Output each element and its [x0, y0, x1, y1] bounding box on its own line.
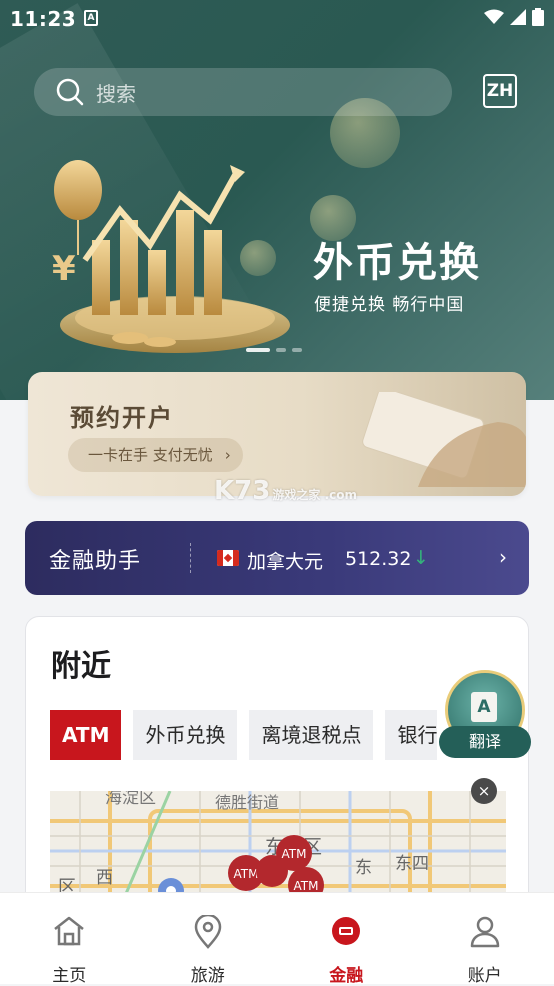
carousel-dot: [292, 348, 302, 352]
nearby-title: 附近: [51, 641, 111, 685]
map-label: 东四: [395, 854, 429, 874]
watermark-small: 游戏之家 .com: [272, 488, 357, 502]
svg-text:¥: ¥: [52, 249, 76, 289]
map-close-button[interactable]: ×: [471, 778, 497, 804]
account-icon: [469, 915, 501, 949]
trend-down-icon: ↓: [413, 547, 429, 569]
status-bar: 11:23 A: [0, 0, 554, 38]
chip-bank[interactable]: 银行: [385, 710, 437, 760]
nav-finance[interactable]: 金融: [277, 893, 416, 984]
translate-doc-icon: A: [471, 692, 497, 722]
svg-text:ATM: ATM: [294, 879, 319, 893]
map-label: 德胜街道: [215, 793, 279, 812]
chevron-right-icon: ›: [225, 438, 231, 472]
appointment-pill[interactable]: 一卡在手 支付无忧 ›: [68, 438, 243, 472]
finance-chart-illustration: ¥: [30, 150, 300, 360]
chevron-right-icon[interactable]: ›: [499, 545, 507, 569]
watermark: K73游戏之家 .com: [214, 476, 357, 506]
search-placeholder: 搜索: [96, 78, 136, 107]
location-pin-icon: [193, 915, 223, 949]
finance-title: 金融助手: [49, 543, 141, 575]
nearby-filter-chips: ATM 外币兑换 离境退税点 银行: [50, 710, 437, 760]
nav-home[interactable]: 主页: [0, 893, 139, 984]
exchange-rate: 512.32: [345, 548, 411, 570]
currency-name: 加拿大元: [247, 547, 323, 574]
carousel-dot: [246, 348, 270, 352]
nav-travel-label: 旅游: [139, 961, 278, 986]
hero-banner[interactable]: ¥ 11:23 A 搜索 ZH 外币兑换 便捷兑换 畅行中国: [0, 0, 554, 400]
status-time: 11:23: [10, 7, 76, 31]
divider: [190, 543, 191, 573]
search-bar[interactable]: 搜索: [34, 68, 452, 116]
svg-text:ATM: ATM: [234, 867, 259, 881]
map-label: 西: [96, 868, 113, 888]
svg-text:ATM: ATM: [282, 847, 307, 861]
wifi-icon: [484, 9, 504, 25]
appointment-title: 预约开户: [70, 398, 174, 433]
canada-flag-icon: [217, 550, 239, 566]
signal-icon: [510, 9, 526, 25]
appointment-pill-text: 一卡在手 支付无忧: [88, 446, 213, 464]
carousel-dot: [276, 348, 286, 352]
nav-account[interactable]: 账户: [416, 893, 554, 984]
home-icon: [52, 915, 86, 947]
map-label: 东: [355, 858, 372, 878]
atm-marker: [256, 855, 288, 887]
app-notification-icon: A: [84, 10, 98, 26]
finance-assistant-bar[interactable]: 金融助手 加拿大元 512.32 ↓ ›: [25, 521, 529, 595]
chip-currency-exchange[interactable]: 外币兑换: [133, 710, 237, 760]
nav-finance-label: 金融: [277, 961, 416, 986]
nav-account-label: 账户: [416, 961, 554, 986]
nav-travel[interactable]: 旅游: [139, 893, 278, 984]
nav-home-label: 主页: [0, 961, 139, 986]
chip-atm[interactable]: ATM: [50, 710, 121, 760]
card-in-hand-illustration: [348, 392, 526, 487]
bottom-nav: 主页 旅游 金融 账户: [0, 892, 554, 984]
translate-button[interactable]: A 翻译: [439, 670, 529, 762]
chip-tax-refund[interactable]: 离境退税点: [249, 710, 373, 760]
hero-title: 外币兑换: [313, 230, 481, 288]
battery-icon: [532, 8, 544, 26]
map-label: 海淀区: [105, 791, 156, 808]
search-icon: [56, 78, 84, 106]
watermark-text: K73: [214, 476, 270, 506]
finance-icon: [330, 915, 362, 947]
language-button[interactable]: ZH: [483, 74, 517, 108]
carousel-indicator: [246, 348, 302, 352]
status-icons: [484, 8, 544, 26]
hero-subtitle: 便捷兑换 畅行中国: [314, 290, 464, 315]
translate-label: 翻译: [439, 726, 531, 758]
